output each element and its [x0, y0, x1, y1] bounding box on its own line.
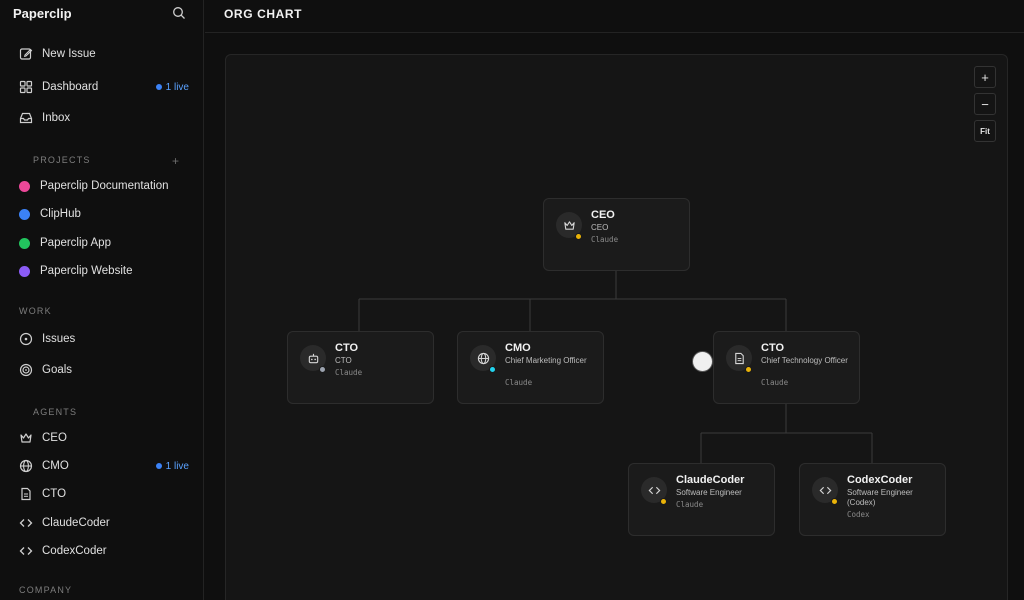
- code-icon: [819, 486, 831, 494]
- agent-name: CodexCoder: [847, 474, 913, 486]
- org-node-cmo[interactable]: CMO Chief Marketing Officer Claude: [457, 331, 604, 404]
- project-color-dot: [19, 180, 30, 192]
- status-dot: [319, 366, 326, 373]
- dashboard-label: Dashboard: [42, 81, 99, 93]
- code-icon: [19, 516, 33, 530]
- sidebar-item-project[interactable]: Paperclip Documentation: [19, 176, 189, 196]
- status-dot: [660, 498, 667, 505]
- status-dot: [575, 233, 582, 240]
- sidebar-item-issues[interactable]: Issues: [19, 329, 189, 349]
- grid-icon: [19, 80, 33, 94]
- live-dot-icon: [155, 84, 162, 90]
- agent-adapter: Claude: [676, 500, 704, 509]
- org-node-codexcoder[interactable]: CodexCoder Software Engineer (Codex) Cod…: [799, 463, 946, 536]
- new-issue-label: New Issue: [42, 48, 96, 60]
- globe-icon: [19, 459, 33, 473]
- agent-adapter: Claude: [505, 378, 533, 387]
- agent-name: CMO: [505, 342, 531, 354]
- agent-name: CEO: [591, 209, 615, 221]
- project-color-dot: [19, 208, 30, 220]
- sidebar-item-agent[interactable]: CEO: [19, 428, 189, 448]
- code-icon: [19, 544, 33, 558]
- document-icon: [19, 487, 33, 501]
- new-issue-button[interactable]: New Issue: [19, 44, 189, 64]
- inbox-label: Inbox: [42, 112, 71, 124]
- agent-role: Software Engineer: [676, 488, 742, 497]
- agent-name: CTO: [761, 342, 785, 354]
- globe-icon: [477, 352, 489, 364]
- drag-handle[interactable]: [693, 352, 712, 371]
- agent-adapter: Claude: [761, 378, 789, 387]
- company-heading: COMPANY: [19, 585, 73, 595]
- agent-role: Software Engineer (Codex): [847, 488, 913, 507]
- agent-role: CTO: [335, 356, 352, 365]
- sidebar-item-dashboard[interactable]: Dashboard 1 live: [19, 77, 189, 97]
- page-header: ORG CHART: [205, 0, 1024, 33]
- page-title: ORG CHART: [224, 7, 303, 21]
- sidebar-item-agent[interactable]: CTO: [19, 484, 189, 504]
- agent-adapter: Claude: [335, 368, 363, 377]
- org-node-cto[interactable]: CTO CTO Claude: [287, 331, 434, 404]
- zoom-out-button[interactable]: −: [974, 93, 996, 115]
- add-project-icon[interactable]: +: [172, 154, 179, 168]
- live-dot-icon: [155, 463, 162, 469]
- inbox-icon: [19, 111, 33, 125]
- agent-role: Chief Marketing Officer: [505, 356, 587, 365]
- agent-role: Chief Technology Officer: [761, 356, 848, 365]
- code-icon: [648, 486, 660, 494]
- agent-adapter: Codex: [847, 510, 870, 519]
- robot-icon: [308, 353, 318, 363]
- crown-icon: [563, 220, 575, 230]
- org-node-claudecoder[interactable]: ClaudeCoder Software Engineer Claude: [628, 463, 775, 536]
- target-icon: [19, 363, 33, 377]
- status-dot: [489, 366, 496, 373]
- project-color-dot: [19, 237, 30, 249]
- search-icon[interactable]: [172, 6, 186, 20]
- agent-name: CTO: [335, 342, 359, 354]
- sidebar-item-agent[interactable]: CodexCoder: [19, 541, 189, 561]
- work-heading: WORK: [19, 306, 52, 316]
- live-badge: 1 live: [155, 461, 189, 472]
- sidebar-item-project[interactable]: Paperclip Website: [19, 261, 189, 281]
- crown-icon: [19, 431, 33, 445]
- circle-dot-icon: [19, 332, 33, 346]
- sidebar-item-project[interactable]: Paperclip App: [19, 233, 189, 253]
- document-icon: [734, 352, 744, 364]
- pencil-square-icon: [19, 47, 33, 61]
- status-dot: [831, 498, 838, 505]
- zoom-in-button[interactable]: +: [974, 66, 996, 88]
- sidebar-item-project[interactable]: ClipHub: [19, 204, 189, 224]
- sidebar-item-agent[interactable]: ClaudeCoder: [19, 513, 189, 533]
- agent-role: CEO: [591, 223, 609, 232]
- projects-heading: PROJECTS: [33, 155, 91, 165]
- project-color-dot: [19, 265, 30, 277]
- agent-adapter: Claude: [591, 235, 619, 244]
- sidebar-item-goals[interactable]: Goals: [19, 360, 189, 380]
- sidebar-item-agent[interactable]: CMO 1 live: [19, 456, 189, 476]
- org-node-ceo[interactable]: CEO CEO Claude: [543, 198, 690, 271]
- agents-heading: AGENTS: [33, 407, 78, 417]
- sidebar: Paperclip New Issue Dashboard 1 live Inb…: [0, 0, 204, 600]
- status-dot: [745, 366, 752, 373]
- org-node-cto[interactable]: CTO Chief Technology Officer Claude: [713, 331, 860, 404]
- live-badge: 1 live: [155, 82, 189, 93]
- sidebar-item-inbox[interactable]: Inbox: [19, 108, 189, 128]
- app-title: Paperclip: [13, 6, 72, 21]
- agent-name: ClaudeCoder: [676, 474, 745, 486]
- zoom-fit-button[interactable]: Fit: [974, 120, 996, 142]
